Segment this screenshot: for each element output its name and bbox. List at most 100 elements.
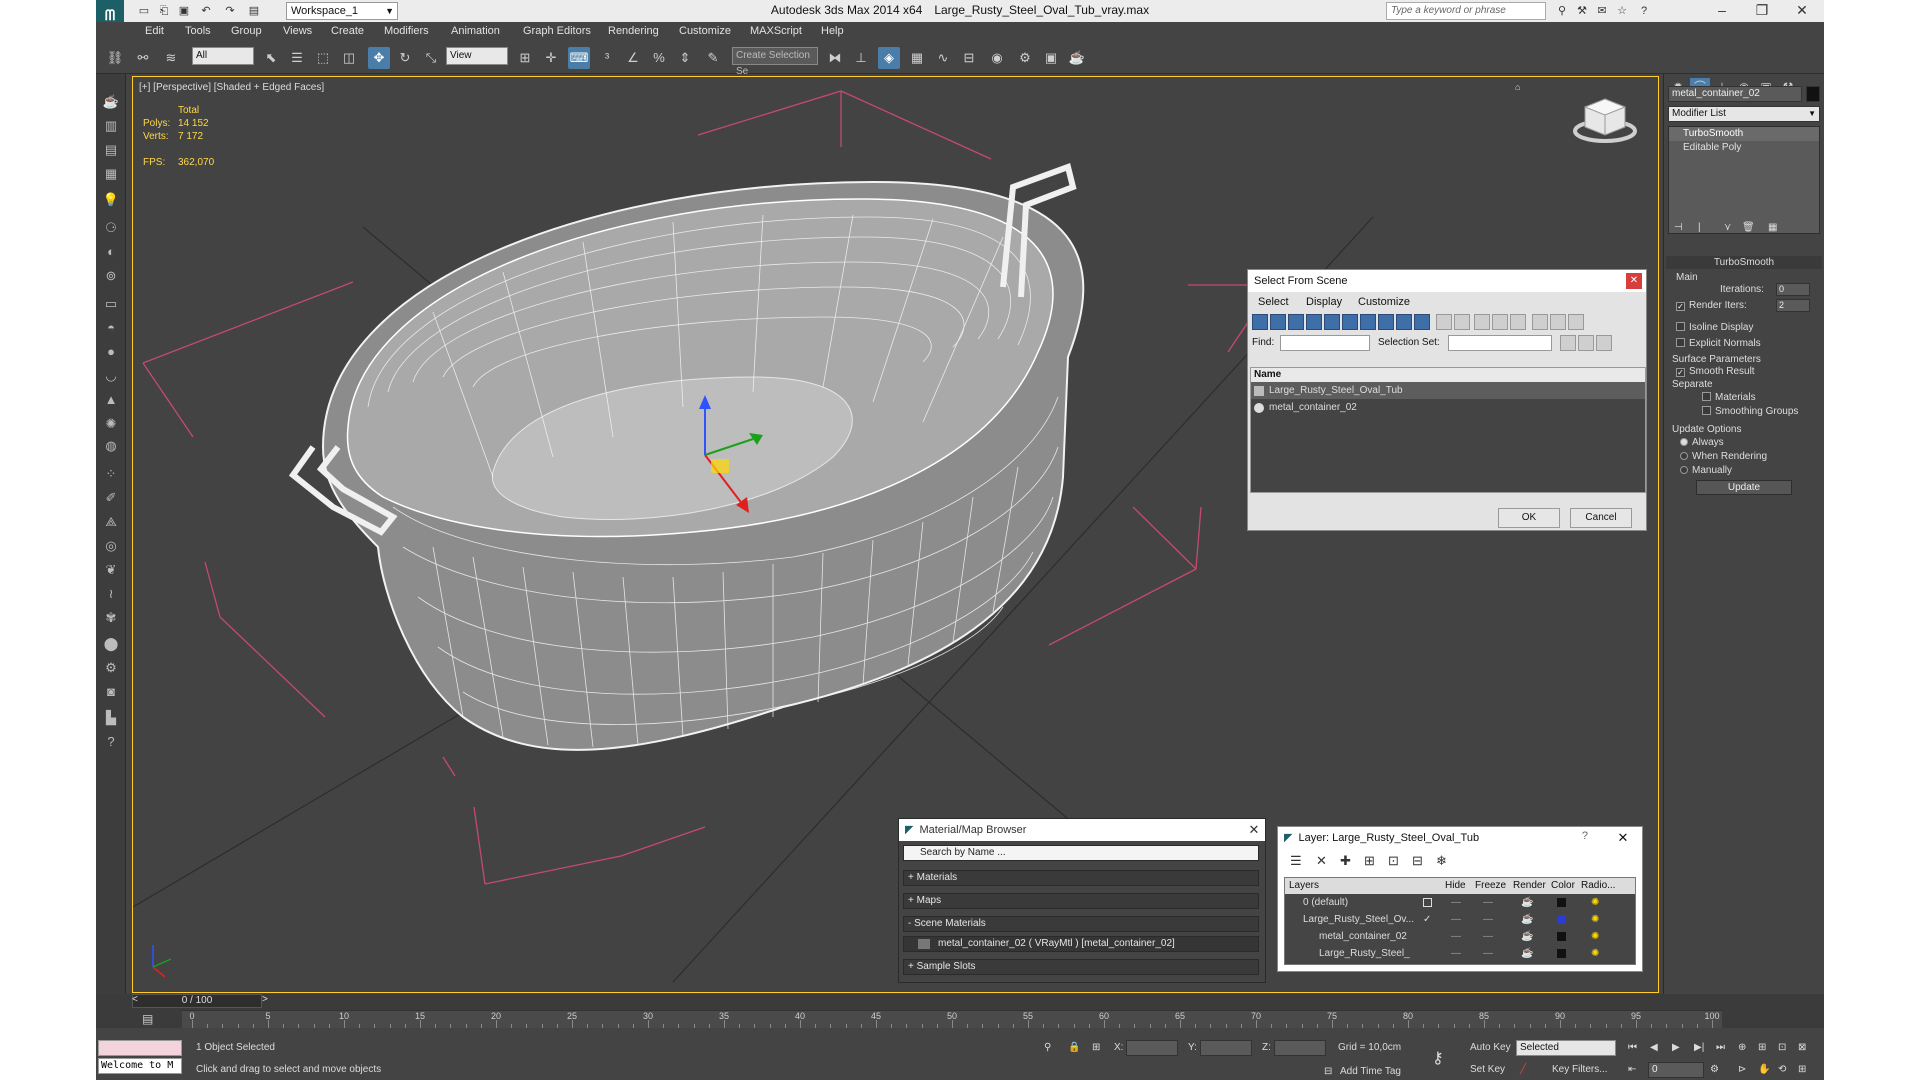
list-item[interactable]: Large_Rusty_Steel_Oval_Tub	[1251, 382, 1645, 399]
add-to-layer-icon[interactable]: ⊞	[1364, 853, 1375, 869]
go-to-start-icon[interactable]: ⏮	[1628, 1042, 1637, 1053]
helper-icon[interactable]: ⟁	[100, 512, 122, 532]
select-by-name-icon[interactable]: ☰	[286, 47, 308, 69]
time-tag-icon[interactable]: ⊟	[1324, 1066, 1332, 1077]
object-name-field[interactable]: metal_container_02	[1668, 86, 1802, 102]
maxscript-output[interactable]: Welcome to M	[98, 1058, 182, 1074]
rendered-frame-icon[interactable]: ▣	[1040, 47, 1062, 69]
favorites-star-icon[interactable]: ☆	[1614, 3, 1630, 19]
circle-icon[interactable]: ◍	[100, 436, 122, 456]
filter-icon[interactable]	[1532, 314, 1548, 330]
display-all-icon[interactable]	[1436, 314, 1452, 330]
snaps-toggle-icon[interactable]: ³	[596, 47, 618, 69]
binoculars-icon[interactable]: ⚲	[1554, 3, 1570, 19]
filter-bones-icon[interactable]	[1396, 314, 1412, 330]
layer-options-icon[interactable]: ☰	[1290, 853, 1302, 869]
isolate-icon[interactable]: ⚲	[1044, 1042, 1051, 1053]
zoom-icon[interactable]: ⊕	[1738, 1042, 1746, 1053]
check-icon[interactable]: ✓	[1423, 911, 1431, 928]
scene-material-item[interactable]: metal_container_02 ( VRayMtl ) [metal_co…	[903, 936, 1259, 952]
select-all-icon[interactable]	[1474, 314, 1490, 330]
layer-color-swatch[interactable]	[1557, 898, 1566, 907]
select-invert-icon[interactable]	[1510, 314, 1526, 330]
rect-selection-icon[interactable]: ⬚	[312, 47, 334, 69]
find-input[interactable]	[1280, 335, 1370, 351]
render-frame-icon[interactable]: ▥	[100, 116, 122, 136]
teapot-icon[interactable]: ☕	[100, 92, 122, 112]
zoom-extents-icon[interactable]: ⊡	[1778, 1042, 1786, 1053]
go-to-end-icon[interactable]: ⏭	[1716, 1042, 1725, 1053]
particles-icon[interactable]: ⁘	[100, 464, 122, 484]
current-frame-field[interactable]: 0	[1648, 1062, 1704, 1078]
spinner-snap-icon[interactable]: ⇕	[674, 47, 696, 69]
key-filters-button[interactable]: Key Filters...	[1552, 1064, 1608, 1075]
manipulate-icon[interactable]: ✛	[540, 47, 562, 69]
select-move-icon[interactable]: ✥	[368, 47, 390, 69]
layer-color-swatch[interactable]	[1557, 949, 1566, 958]
close-button[interactable]: ✕	[1782, 0, 1822, 22]
close-icon[interactable]: ✕	[1612, 827, 1634, 849]
y-coordinate-field[interactable]	[1200, 1040, 1252, 1056]
hemisphere-icon[interactable]: ◓	[100, 318, 122, 338]
freeze-toggle[interactable]: —	[1483, 894, 1493, 911]
minimize-button[interactable]: –	[1702, 0, 1742, 22]
teapot-icon[interactable]: ☕	[1521, 894, 1533, 911]
group-scene-materials[interactable]: - Scene Materials	[903, 916, 1259, 932]
viewcube[interactable]	[1570, 87, 1640, 147]
sun-icon[interactable]: ✺	[1591, 894, 1599, 911]
table-row[interactable]: Large_Rusty_Steel_Ov... ✓ — — ☕ ✺	[1285, 911, 1635, 928]
filter-groups-icon[interactable]	[1360, 314, 1376, 330]
remove-from-set-icon[interactable]	[1596, 335, 1612, 351]
menu-maxscript[interactable]: MAXScript	[750, 25, 802, 37]
z-coordinate-field[interactable]	[1274, 1040, 1326, 1056]
filter-containers-icon[interactable]	[1414, 314, 1430, 330]
open-file-icon[interactable]: ⎗	[156, 3, 172, 19]
selection-filter-select[interactable]: All	[192, 47, 254, 65]
render-iters-spinner[interactable]: 2	[1776, 299, 1810, 312]
reference-coord-select[interactable]: View	[446, 47, 508, 65]
menu-tools[interactable]: Tools	[185, 25, 211, 37]
remove-modifier-icon[interactable]: 🗑	[1742, 222, 1755, 233]
teapot-icon[interactable]: ☕	[1521, 945, 1533, 962]
sphere-icon[interactable]: ●	[100, 342, 122, 362]
column-hide[interactable]: Hide	[1445, 878, 1466, 894]
environment-icon[interactable]: ◙	[100, 682, 122, 702]
menu-customize[interactable]: Customize	[679, 25, 731, 37]
schematic-view-icon[interactable]: ⊟	[958, 47, 980, 69]
hide-toggle[interactable]: —	[1451, 945, 1461, 962]
percent-snap-icon[interactable]: %	[648, 47, 670, 69]
time-slider[interactable]: 0 / 100	[132, 994, 262, 1008]
maximize-viewport-icon[interactable]: ⊞	[1798, 1064, 1806, 1075]
edit-named-selection-icon[interactable]: ✎	[702, 47, 724, 69]
show-end-result-icon[interactable]: |	[1698, 222, 1701, 233]
bowl-icon[interactable]: ◡	[100, 366, 122, 386]
next-frame-icon[interactable]: ▶|	[1694, 1042, 1704, 1053]
key-mode-select[interactable]: Selected	[1516, 1040, 1616, 1056]
layer-color-swatch[interactable]	[1557, 932, 1566, 941]
add-time-tag[interactable]: Add Time Tag	[1340, 1066, 1401, 1077]
table-row[interactable]: Large_Rusty_Steel_ — — ☕ ✺	[1285, 945, 1635, 962]
hair-icon[interactable]: ≀	[100, 584, 122, 604]
maxscript-listener[interactable]	[98, 1040, 182, 1056]
key-mode-toggle-icon[interactable]: ⇤	[1628, 1064, 1636, 1075]
mirror-icon[interactable]: ⧓	[824, 47, 846, 69]
fur-icon[interactable]: ✾	[100, 608, 122, 628]
menu-edit[interactable]: Edit	[145, 25, 164, 37]
absolute-mode-icon[interactable]: ⊞	[1092, 1042, 1100, 1053]
new-layer-icon[interactable]: ✚	[1340, 853, 1351, 869]
layer-manager-icon[interactable]: ◈	[878, 47, 900, 69]
current-layer-toggle[interactable]	[1423, 898, 1432, 907]
update-always-radio[interactable]: Always	[1680, 437, 1724, 448]
columns-icon[interactable]	[1568, 314, 1584, 330]
update-when-rendering-radio[interactable]: When Rendering	[1680, 451, 1767, 462]
window-crossing-icon[interactable]: ◫	[338, 47, 360, 69]
hide-toggle[interactable]: —	[1451, 928, 1461, 945]
stack-item-turbosmooth[interactable]: TurboSmooth	[1669, 127, 1819, 141]
play-icon[interactable]: ▶	[1672, 1042, 1680, 1053]
isoline-display-checkbox[interactable]: Isoline Display	[1676, 322, 1753, 333]
keyword-search-input[interactable]: Type a keyword or phrase	[1386, 2, 1546, 20]
hide-toggle[interactable]: —	[1451, 894, 1461, 911]
list-item[interactable]: metal_container_02	[1251, 399, 1645, 416]
column-color[interactable]: Color	[1551, 878, 1575, 894]
cone-icon[interactable]: ▲	[100, 390, 122, 410]
